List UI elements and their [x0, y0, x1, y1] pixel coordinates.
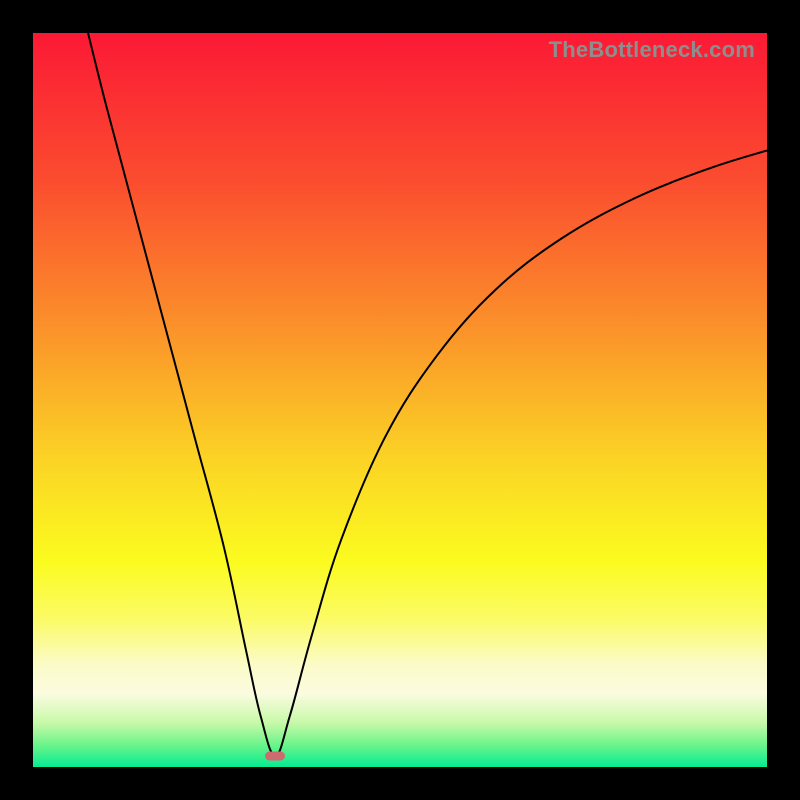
nadir-marker [265, 751, 285, 760]
bottleneck-curve [33, 33, 767, 767]
chart-frame: TheBottleneck.com [0, 0, 800, 800]
plot-area: TheBottleneck.com [33, 33, 767, 767]
